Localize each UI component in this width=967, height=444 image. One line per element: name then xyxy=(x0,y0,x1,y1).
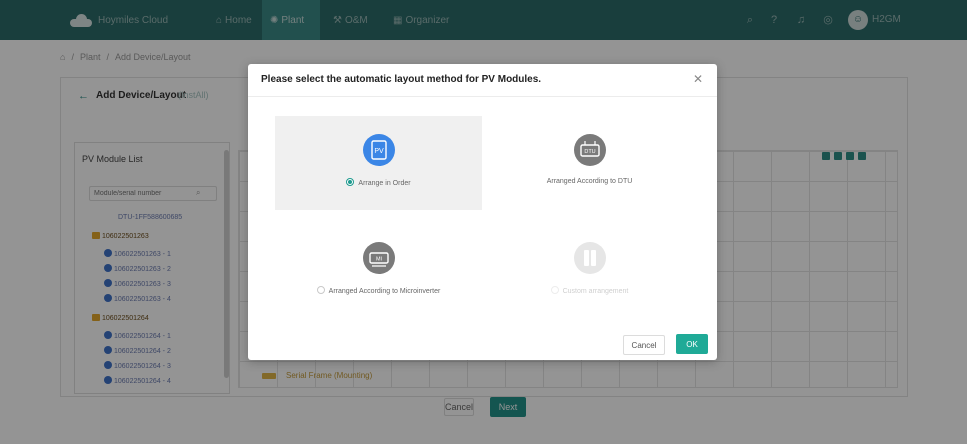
layout-method-dialog: Please select the automatic layout metho… xyxy=(248,64,717,360)
option-label: Arranged According to DTU xyxy=(546,178,633,185)
svg-text:PV: PV xyxy=(374,148,384,155)
svg-text:MI: MI xyxy=(375,257,382,263)
cancel-button[interactable]: Cancel xyxy=(623,335,665,355)
option-row: Arranged According to Microinverter xyxy=(275,286,482,295)
custom-layout-icon xyxy=(573,242,606,274)
option-label: Arrange in Order xyxy=(358,180,411,187)
radio-button[interactable] xyxy=(346,178,355,186)
option-row: Custom arrangement xyxy=(486,286,693,295)
option-row: Arrange in Order xyxy=(275,178,482,187)
ok-button[interactable]: OK xyxy=(676,334,708,354)
option-arrange-by-microinverter[interactable]: MI Arranged According to Microinverter xyxy=(275,224,482,318)
dialog-title: Please select the automatic layout metho… xyxy=(261,74,542,85)
option-label: Arranged According to Microinverter xyxy=(328,288,441,295)
radio-button xyxy=(550,286,559,294)
option-arrange-by-dtu[interactable]: DTU Arranged According to DTU xyxy=(486,116,693,210)
dtu-icon: DTU xyxy=(573,134,606,166)
radio-button[interactable] xyxy=(316,286,325,294)
svg-text:DTU: DTU xyxy=(584,149,595,155)
dialog-divider xyxy=(248,96,717,97)
pv-panel-icon: PV xyxy=(362,134,395,166)
option-arrange-in-order[interactable]: PV Arrange in Order xyxy=(275,116,482,210)
option-custom-arrangement: Custom arrangement xyxy=(486,224,693,318)
option-label: Custom arrangement xyxy=(562,288,629,295)
option-row: Arranged According to DTU xyxy=(486,178,693,185)
microinverter-icon: MI xyxy=(362,242,395,274)
close-icon[interactable]: ✕ xyxy=(691,72,705,86)
